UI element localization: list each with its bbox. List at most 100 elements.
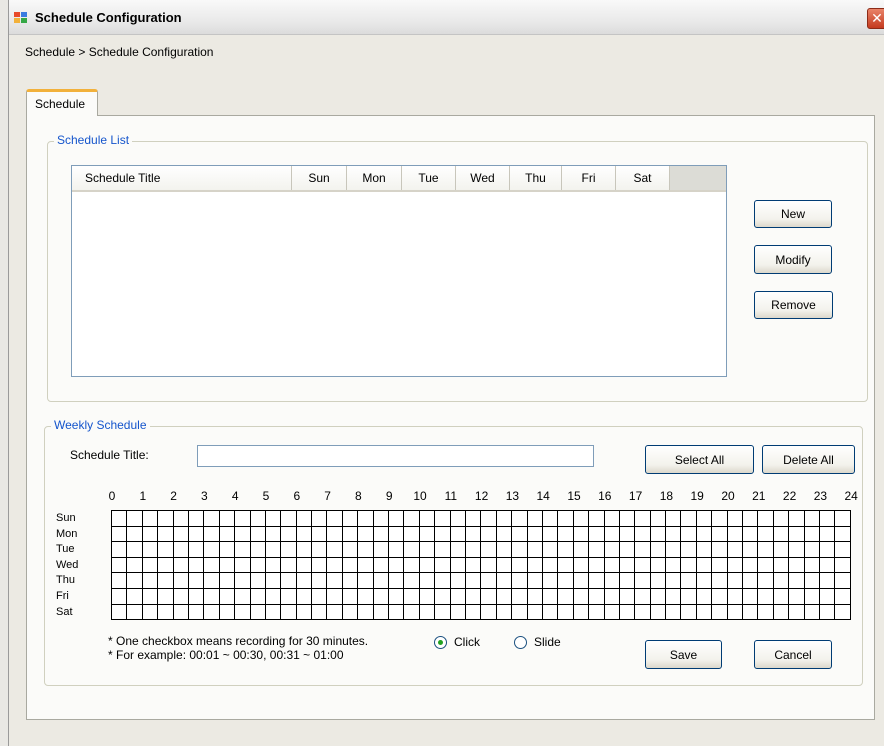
schedule-slot-checkbox[interactable]: [666, 557, 682, 574]
schedule-slot-checkbox[interactable]: [265, 542, 282, 558]
schedule-slot-checkbox[interactable]: [219, 604, 236, 621]
schedule-slot-checkbox[interactable]: [158, 542, 174, 558]
schedule-list-view[interactable]: Schedule Title Sun Mon Tue Wed Thu Fri S…: [71, 165, 727, 377]
schedule-slot-checkbox[interactable]: [188, 557, 205, 574]
schedule-slot-checkbox[interactable]: [727, 526, 744, 543]
schedule-slot-checkbox[interactable]: [835, 573, 851, 589]
schedule-slot-checkbox[interactable]: [542, 557, 559, 574]
schedule-slot-checkbox[interactable]: [666, 542, 682, 558]
schedule-slot-checkbox[interactable]: [804, 542, 820, 558]
schedule-slot-checkbox[interactable]: [789, 557, 805, 574]
schedule-slot-checkbox[interactable]: [296, 588, 313, 605]
schedule-slot-checkbox[interactable]: [188, 511, 205, 527]
schedule-slot-checkbox[interactable]: [389, 588, 405, 605]
schedule-slot-checkbox[interactable]: [681, 511, 697, 527]
schedule-slot-checkbox[interactable]: [558, 511, 574, 527]
schedule-slot-checkbox[interactable]: [265, 526, 282, 543]
schedule-slot-checkbox[interactable]: [342, 588, 359, 605]
schedule-slot-checkbox[interactable]: [835, 511, 851, 527]
schedule-slot-checkbox[interactable]: [758, 542, 774, 558]
schedule-slot-checkbox[interactable]: [127, 526, 143, 543]
column-sun[interactable]: Sun: [292, 166, 347, 190]
schedule-slot-checkbox[interactable]: [465, 573, 482, 589]
schedule-slot-checkbox[interactable]: [635, 604, 651, 621]
schedule-title-input[interactable]: [197, 445, 594, 467]
schedule-slot-checkbox[interactable]: [819, 573, 836, 589]
schedule-slot-checkbox[interactable]: [389, 511, 405, 527]
schedule-slot-checkbox[interactable]: [589, 526, 605, 543]
schedule-slot-checkbox[interactable]: [142, 604, 159, 621]
column-fri[interactable]: Fri: [562, 166, 616, 190]
schedule-slot-checkbox[interactable]: [512, 542, 528, 558]
schedule-slot-checkbox[interactable]: [496, 573, 513, 589]
schedule-slot-checkbox[interactable]: [758, 526, 774, 543]
schedule-slot-checkbox[interactable]: [327, 573, 343, 589]
schedule-slot-checkbox[interactable]: [819, 557, 836, 574]
schedule-slot-checkbox[interactable]: [558, 604, 574, 621]
schedule-slot-checkbox[interactable]: [358, 511, 374, 527]
schedule-slot-checkbox[interactable]: [558, 557, 574, 574]
schedule-slot-checkbox[interactable]: [465, 511, 482, 527]
schedule-slot-checkbox[interactable]: [142, 526, 159, 543]
schedule-slot-checkbox[interactable]: [650, 526, 667, 543]
schedule-slot-checkbox[interactable]: [527, 573, 543, 589]
schedule-slot-checkbox[interactable]: [589, 604, 605, 621]
new-button[interactable]: New: [754, 200, 832, 228]
schedule-slot-checkbox[interactable]: [743, 604, 759, 621]
schedule-slot-checkbox[interactable]: [358, 573, 374, 589]
schedule-slot-checkbox[interactable]: [389, 526, 405, 543]
schedule-slot-checkbox[interactable]: [681, 604, 697, 621]
schedule-slot-checkbox[interactable]: [789, 588, 805, 605]
schedule-slot-checkbox[interactable]: [650, 557, 667, 574]
schedule-slot-checkbox[interactable]: [819, 604, 836, 621]
schedule-slot-checkbox[interactable]: [635, 526, 651, 543]
schedule-slot-checkbox[interactable]: [527, 511, 543, 527]
schedule-slot-checkbox[interactable]: [373, 526, 390, 543]
schedule-slot-checkbox[interactable]: [281, 557, 297, 574]
column-thu[interactable]: Thu: [510, 166, 562, 190]
schedule-slot-checkbox[interactable]: [512, 604, 528, 621]
schedule-slot-checkbox[interactable]: [235, 557, 251, 574]
schedule-slot-checkbox[interactable]: [712, 511, 728, 527]
schedule-slot-checkbox[interactable]: [619, 526, 636, 543]
schedule-slot-checkbox[interactable]: [450, 526, 466, 543]
schedule-slot-checkbox[interactable]: [419, 588, 436, 605]
schedule-slot-checkbox[interactable]: [173, 557, 189, 574]
schedule-slot-checkbox[interactable]: [435, 573, 451, 589]
schedule-slot-checkbox[interactable]: [727, 511, 744, 527]
schedule-slot-checkbox[interactable]: [281, 526, 297, 543]
schedule-slot-checkbox[interactable]: [804, 557, 820, 574]
schedule-slot-checkbox[interactable]: [450, 573, 466, 589]
schedule-slot-checkbox[interactable]: [173, 588, 189, 605]
schedule-slot-checkbox[interactable]: [435, 557, 451, 574]
schedule-slot-checkbox[interactable]: [635, 588, 651, 605]
schedule-slot-checkbox[interactable]: [173, 526, 189, 543]
schedule-slot-checkbox[interactable]: [373, 511, 390, 527]
schedule-slot-checkbox[interactable]: [373, 557, 390, 574]
schedule-slot-checkbox[interactable]: [804, 604, 820, 621]
column-tue[interactable]: Tue: [402, 166, 456, 190]
schedule-slot-checkbox[interactable]: [619, 573, 636, 589]
schedule-slot-checkbox[interactable]: [743, 511, 759, 527]
schedule-slot-checkbox[interactable]: [250, 557, 266, 574]
schedule-slot-checkbox[interactable]: [481, 573, 497, 589]
schedule-slot-checkbox[interactable]: [635, 511, 651, 527]
schedule-slot-checkbox[interactable]: [204, 511, 220, 527]
schedule-slot-checkbox[interactable]: [681, 526, 697, 543]
schedule-slot-checkbox[interactable]: [373, 573, 390, 589]
schedule-slot-checkbox[interactable]: [481, 511, 497, 527]
schedule-slot-checkbox[interactable]: [435, 542, 451, 558]
schedule-slot-checkbox[interactable]: [296, 526, 313, 543]
schedule-slot-checkbox[interactable]: [389, 604, 405, 621]
schedule-slot-checkbox[interactable]: [819, 526, 836, 543]
schedule-slot-checkbox[interactable]: [789, 573, 805, 589]
schedule-slot-checkbox[interactable]: [142, 588, 159, 605]
schedule-slot-checkbox[interactable]: [373, 604, 390, 621]
schedule-slot-checkbox[interactable]: [619, 604, 636, 621]
schedule-slot-checkbox[interactable]: [727, 542, 744, 558]
schedule-slot-checkbox[interactable]: [496, 557, 513, 574]
schedule-slot-checkbox[interactable]: [804, 526, 820, 543]
schedule-slot-checkbox[interactable]: [558, 542, 574, 558]
schedule-slot-checkbox[interactable]: [188, 604, 205, 621]
schedule-slot-checkbox[interactable]: [265, 604, 282, 621]
